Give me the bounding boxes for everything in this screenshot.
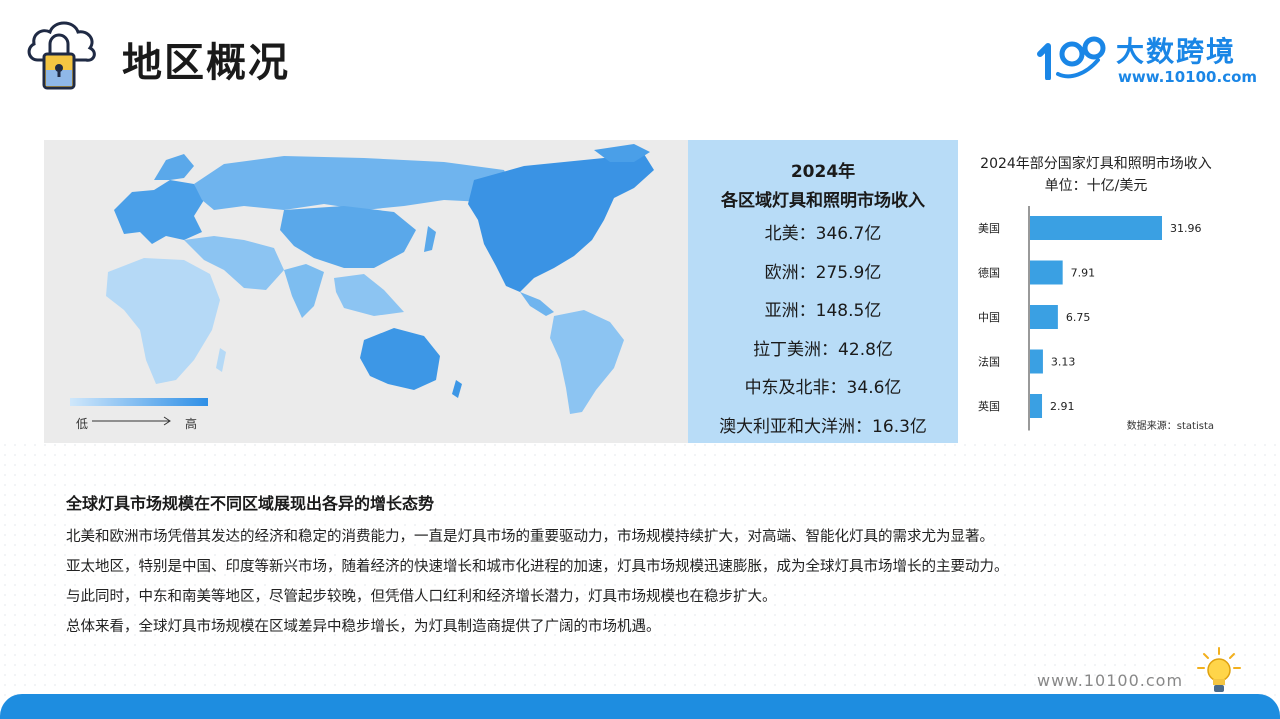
chart-value-label: 31.96 — [1170, 222, 1202, 235]
chart-category-label: 美国 — [978, 222, 1000, 235]
region-item-asia: 亚洲：148.5亿 — [764, 301, 882, 321]
map-south-america — [550, 310, 624, 414]
chart-bar — [1030, 260, 1063, 285]
brand-url: www.10100.com — [1118, 68, 1258, 86]
section-heading: 全球灯具市场规模在不同区域展现出各异的增长态势 — [66, 494, 435, 513]
analysis-section: 全球灯具市场规模在不同区域展现出各异的增长态势 北美和欧洲市场凭借其发达的经济和… — [66, 490, 1216, 642]
legend-gradient-bar — [70, 398, 208, 406]
region-box-title: 各区域灯具和照明市场收入 — [721, 191, 925, 211]
map-japan — [424, 226, 436, 252]
brand-name: 大数跨境 — [1116, 35, 1237, 68]
map-australia — [360, 328, 440, 390]
paragraph: 亚太地区，特别是中国、印度等新兴市场，随着经济的快速增长和城市化进程的加速，灯具… — [66, 559, 1009, 575]
chart-bar — [1030, 394, 1043, 418]
paragraph: 与此同时，中东和南美等地区，尽管起步较晚，但凭借人口红利和经济增长潜力，灯具市场… — [66, 589, 777, 605]
chart-category-label: 英国 — [978, 399, 1000, 413]
lightbulb-icon — [1197, 647, 1241, 692]
footer-url: www.10100.com — [1037, 671, 1184, 690]
map-new-zealand — [452, 380, 462, 398]
region-item-mena: 中东及北非：34.6亿 — [744, 378, 902, 398]
chart-value-label: 6.75 — [1066, 311, 1091, 324]
legend-low-label: 低 — [76, 417, 89, 431]
country-revenue-chart: 2024年部分国家灯具和照明市场收入 单位：十亿/美元 美国 31.96 德国 7.9… — [958, 140, 1234, 443]
chart-bar — [1030, 216, 1162, 240]
map-madagascar — [216, 348, 226, 372]
chart-category-label: 中国 — [978, 311, 1000, 324]
footer-band — [0, 694, 1280, 719]
overview-panel: 低 高 2024年 各区域灯具和照明市场收入 北美：346.7亿 欧洲：275.… — [44, 140, 1234, 443]
chart-value-label: 7.91 — [1071, 267, 1096, 280]
map-europe — [114, 180, 204, 244]
map-scandinavia — [154, 154, 194, 180]
chart-value-label: 2.91 — [1050, 400, 1075, 413]
chart-source: 数据来源：statista — [1126, 421, 1214, 432]
paragraph: 总体来看，全球灯具市场规模在区域差异中稳步增长，为灯具制造商提供了广阔的市场机遇… — [66, 619, 661, 635]
region-item-north-america: 北美：346.7亿 — [764, 224, 882, 244]
map-china — [280, 206, 416, 268]
region-revenue-box: 2024年 各区域灯具和照明市场收入 北美：346.7亿 欧洲：275.9亿 亚… — [688, 140, 958, 443]
chart-bar — [1030, 305, 1058, 329]
chart-category-label: 法国 — [978, 355, 1000, 369]
map-russia — [194, 156, 514, 210]
region-item-latin-america: 拉丁美洲：42.8亿 — [753, 339, 893, 360]
region-item-europe: 欧洲：275.9亿 — [764, 262, 882, 283]
map-north-america — [468, 154, 654, 292]
map-se-asia — [334, 274, 404, 316]
brand-logo: 大数跨境 www.10100.com — [1036, 30, 1258, 90]
chart-bar — [1030, 349, 1043, 374]
bar-chart-svg: 美国 31.96 德国 7.91 中国 6.75 法国 3.13 英国 2.91 — [978, 206, 1202, 431]
chart-category-label: 德国 — [978, 266, 1000, 280]
map-india — [284, 264, 324, 318]
map-africa — [106, 258, 220, 384]
paragraph: 北美和欧洲市场凭借其发达的经济和稳定的消费能力，一直是灯具市场的重要驱动力，市场… — [66, 529, 994, 545]
legend-high-label: 高 — [185, 417, 198, 431]
legend-arrow-icon — [92, 416, 171, 426]
cloud-lock-icon — [27, 21, 96, 90]
brand-logo-mark — [1037, 36, 1106, 80]
map-central-america — [520, 292, 554, 316]
region-box-title-year: 2024年 — [790, 162, 856, 182]
page-title: 地区概况 — [122, 40, 290, 86]
chart-value-label: 3.13 — [1051, 356, 1076, 369]
region-item-oceania: 澳大利亚和大洋洲：16.3亿 — [719, 416, 927, 437]
region-list: 北美：346.7亿 欧洲：275.9亿 亚洲：148.5亿 拉丁美洲：42.8亿… — [688, 215, 958, 446]
